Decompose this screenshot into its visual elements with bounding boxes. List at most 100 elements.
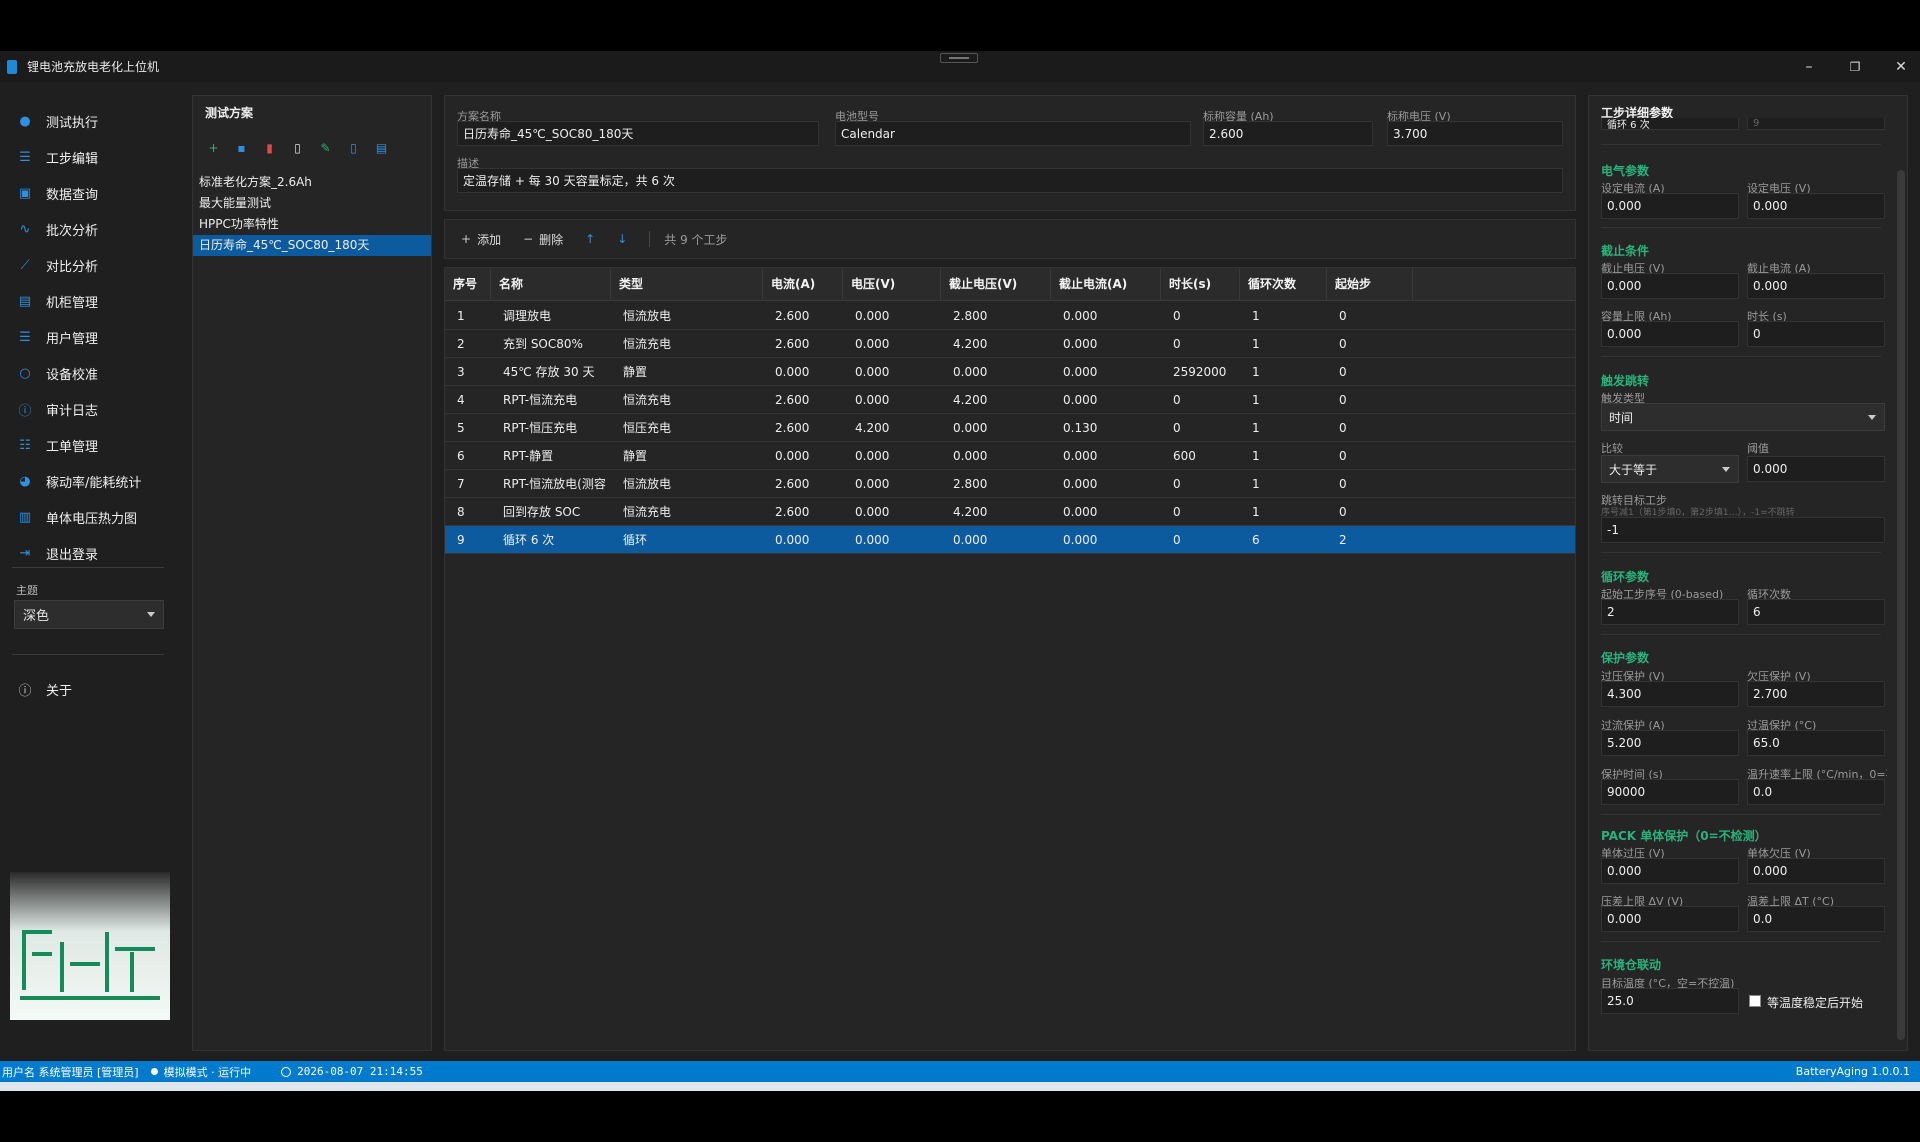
overcurrent-input[interactable]: 5.200 bbox=[1601, 730, 1739, 756]
table-row[interactable]: 5 RPT-恒压充电 恒压充电 2.600 4.200 0.000 0.130 0 1 0 bbox=[445, 414, 1575, 442]
temp-rise-input[interactable]: 0.0 bbox=[1747, 779, 1885, 805]
column-header[interactable]: 电流(A) bbox=[763, 268, 843, 301]
column-header[interactable]: 截止电流(A) bbox=[1051, 268, 1161, 301]
table-cell: 0.000 bbox=[775, 449, 810, 463]
minimize-button[interactable]: – bbox=[1786, 51, 1832, 82]
sidebar-item[interactable]: ◕ 稼动率/能耗统计 bbox=[0, 464, 178, 498]
delta-t-input[interactable]: 0.0 bbox=[1747, 906, 1885, 932]
voltage-input[interactable]: 3.700 bbox=[1387, 121, 1563, 146]
sidebar-item[interactable]: ⟋ 对比分析 bbox=[0, 248, 178, 282]
cutoff-current-input[interactable]: 0.000 bbox=[1747, 273, 1885, 299]
plan-name-input[interactable]: 日历寿命_45℃_SOC80_180天 bbox=[457, 121, 819, 146]
table-row[interactable]: 2 充到 SOC80% 恒流充电 2.600 0.000 4.200 0.000 0 1 0 bbox=[445, 330, 1575, 358]
threshold-input[interactable]: 0.000 bbox=[1747, 456, 1885, 482]
cell-ov-input[interactable]: 0.000 bbox=[1601, 858, 1739, 884]
column-header[interactable]: 截止电压(V) bbox=[941, 268, 1051, 301]
app-window: 锂电池充放电老化上位机 – ❐ ✕ ● 测试执行 ☰ 工步编辑 ▣ 数据查询 ∿ 批次分析 ⟋ 对… bbox=[0, 51, 1920, 1091]
delete-step-button[interactable]: − 删除 bbox=[523, 231, 563, 248]
table-row[interactable]: 8 回到存放 SOC 恒流充电 2.600 0.000 4.200 0.000 0 1 0 bbox=[445, 498, 1575, 526]
battery-model-input[interactable]: Calendar bbox=[835, 121, 1191, 146]
sidebar-item[interactable]: ○ 设备校准 bbox=[0, 356, 178, 390]
plan-list-item[interactable]: HPPC功率特性 bbox=[193, 214, 431, 235]
jump-target-input[interactable]: -1 bbox=[1601, 517, 1885, 543]
sidebar: ● 测试执行 ☰ 工步编辑 ▣ 数据查询 ∿ 批次分析 ⟋ 对比分析 ▤ 机柜管理 ☰ 用户管理 ○ 设备校准… bbox=[0, 82, 178, 1062]
edit-icon[interactable]: ✎ bbox=[317, 139, 334, 156]
table-cell: 0.000 bbox=[855, 477, 890, 491]
table-cell: 0 bbox=[1339, 393, 1347, 407]
sidebar-item[interactable]: ☰ 用户管理 bbox=[0, 320, 178, 354]
step-index-input[interactable]: 9 bbox=[1747, 118, 1885, 130]
sidebar-item[interactable]: ⓘ 审计日志 bbox=[0, 392, 178, 426]
table-row[interactable]: 7 RPT-恒流放电(测容 恒流放电 2.600 0.000 2.800 0.000 0 1 0 bbox=[445, 470, 1575, 498]
sidebar-item[interactable]: ☰ 工步编辑 bbox=[0, 140, 178, 174]
table-row[interactable]: 4 RPT-恒流充电 恒流充电 2.600 0.000 4.200 0.000 0 1 0 bbox=[445, 386, 1575, 414]
sidebar-item[interactable]: ● 测试执行 bbox=[0, 104, 178, 138]
table-cell: 0.000 bbox=[855, 393, 890, 407]
detail-scrollbar[interactable] bbox=[1897, 170, 1905, 1040]
table-row[interactable]: 9 循环 6 次 循环 0.000 0.000 0.000 0.000 0 6 2 bbox=[445, 526, 1575, 554]
move-up-icon[interactable]: ↑ bbox=[585, 232, 595, 246]
sidebar-item-label: 机柜管理 bbox=[46, 295, 99, 311]
sidebar-item[interactable]: ☷ 工单管理 bbox=[0, 428, 178, 462]
table-row[interactable]: 1 调理放电 恒流放电 2.600 0.000 2.800 0.000 0 1 0 bbox=[445, 302, 1575, 330]
sidebar-item[interactable]: ▣ 数据查询 bbox=[0, 176, 178, 210]
save-icon[interactable]: ▪ bbox=[233, 139, 250, 156]
plan-list-item[interactable]: 最大能量测试 bbox=[193, 193, 431, 214]
table-cell: 2.600 bbox=[775, 309, 810, 323]
step-name-input[interactable]: 循环 6 次 bbox=[1601, 118, 1739, 131]
add-step-button[interactable]: + 添加 bbox=[461, 231, 501, 248]
sidebar-item[interactable]: ▥ 单体电压热力图 bbox=[0, 500, 178, 534]
plan-list-item[interactable]: 日历寿命_45℃_SOC80_180天 bbox=[193, 235, 431, 256]
compare-select[interactable]: 大于等于 bbox=[1601, 455, 1739, 483]
column-header[interactable]: 循环次数 bbox=[1240, 268, 1327, 301]
sidebar-item-label: 稼动率/能耗统计 bbox=[46, 475, 142, 491]
sidebar-item[interactable]: ▤ 机柜管理 bbox=[0, 284, 178, 318]
set-current-input[interactable]: 0.000 bbox=[1601, 193, 1739, 219]
loop-count-input[interactable]: 6 bbox=[1747, 599, 1885, 625]
table-row[interactable]: 6 RPT-静置 静置 0.000 0.000 0.000 0.000 600 1 0 bbox=[445, 442, 1575, 470]
protect-time-input[interactable]: 90000 bbox=[1601, 779, 1739, 805]
column-header[interactable]: 电压(V) bbox=[843, 268, 941, 301]
sidebar-item[interactable]: ⇥ 退出登录 bbox=[0, 536, 178, 570]
section-divider bbox=[1601, 814, 1881, 815]
capacity-input[interactable]: 2.600 bbox=[1203, 121, 1373, 146]
target-temp-input[interactable]: 25.0 bbox=[1601, 988, 1739, 1014]
delete-icon[interactable]: ▮ bbox=[261, 139, 278, 156]
undervoltage-input[interactable]: 2.700 bbox=[1747, 681, 1885, 707]
cell-uv-input[interactable]: 0.000 bbox=[1747, 858, 1885, 884]
copy-icon[interactable]: ▯ bbox=[289, 139, 306, 156]
overtemp-input[interactable]: 65.0 bbox=[1747, 730, 1885, 756]
about-button[interactable]: ⓘ 关于 bbox=[0, 672, 178, 706]
info-icon: ⓘ bbox=[18, 683, 32, 699]
column-header[interactable]: 起始步 bbox=[1327, 268, 1413, 301]
snap-handle[interactable] bbox=[940, 53, 978, 63]
add-icon[interactable]: + bbox=[205, 139, 222, 156]
table-cell: 恒流充电 bbox=[623, 505, 672, 519]
sidebar-item[interactable]: ∿ 批次分析 bbox=[0, 212, 178, 246]
compare-label: 比较 bbox=[1601, 442, 1623, 455]
loop-start-input[interactable]: 2 bbox=[1601, 599, 1739, 625]
restore-button[interactable]: ❐ bbox=[1832, 51, 1878, 82]
capacity-limit-input[interactable]: 0.000 bbox=[1601, 321, 1739, 347]
plan-list-item[interactable]: 标准老化方案_2.6Ah bbox=[193, 172, 431, 193]
wait-stable-checkbox[interactable] bbox=[1749, 995, 1761, 1007]
set-voltage-input[interactable]: 0.000 bbox=[1747, 193, 1885, 219]
close-button[interactable]: ✕ bbox=[1878, 51, 1920, 82]
overvoltage-input[interactable]: 4.300 bbox=[1601, 681, 1739, 707]
table-row[interactable]: 3 45℃ 存放 30 天 静置 0.000 0.000 0.000 0.000 259200… bbox=[445, 358, 1575, 386]
description-input[interactable]: 定温存储 + 每 30 天容量标定，共 6 次 bbox=[457, 168, 1563, 193]
column-header[interactable]: 时长(s) bbox=[1161, 268, 1240, 301]
theme-select[interactable]: 深色 bbox=[14, 600, 164, 629]
wait-stable-label: 等温度稳定后开始 bbox=[1767, 996, 1864, 1010]
column-header[interactable]: 类型 bbox=[611, 268, 763, 301]
column-header[interactable]: 名称 bbox=[491, 268, 611, 301]
trigger-type-select[interactable]: 时间 bbox=[1601, 403, 1885, 431]
duration-input[interactable]: 0 bbox=[1747, 321, 1885, 347]
title-bar[interactable]: 锂电池充放电老化上位机 – ❐ ✕ bbox=[0, 51, 1920, 82]
column-header[interactable]: 序号 bbox=[445, 268, 491, 301]
delta-v-input[interactable]: 0.000 bbox=[1601, 906, 1739, 932]
import-icon[interactable]: ▯ bbox=[345, 139, 362, 156]
cutoff-voltage-input[interactable]: 0.000 bbox=[1601, 273, 1739, 299]
move-down-icon[interactable]: ↓ bbox=[617, 232, 627, 246]
export-icon[interactable]: ▤ bbox=[373, 139, 390, 156]
